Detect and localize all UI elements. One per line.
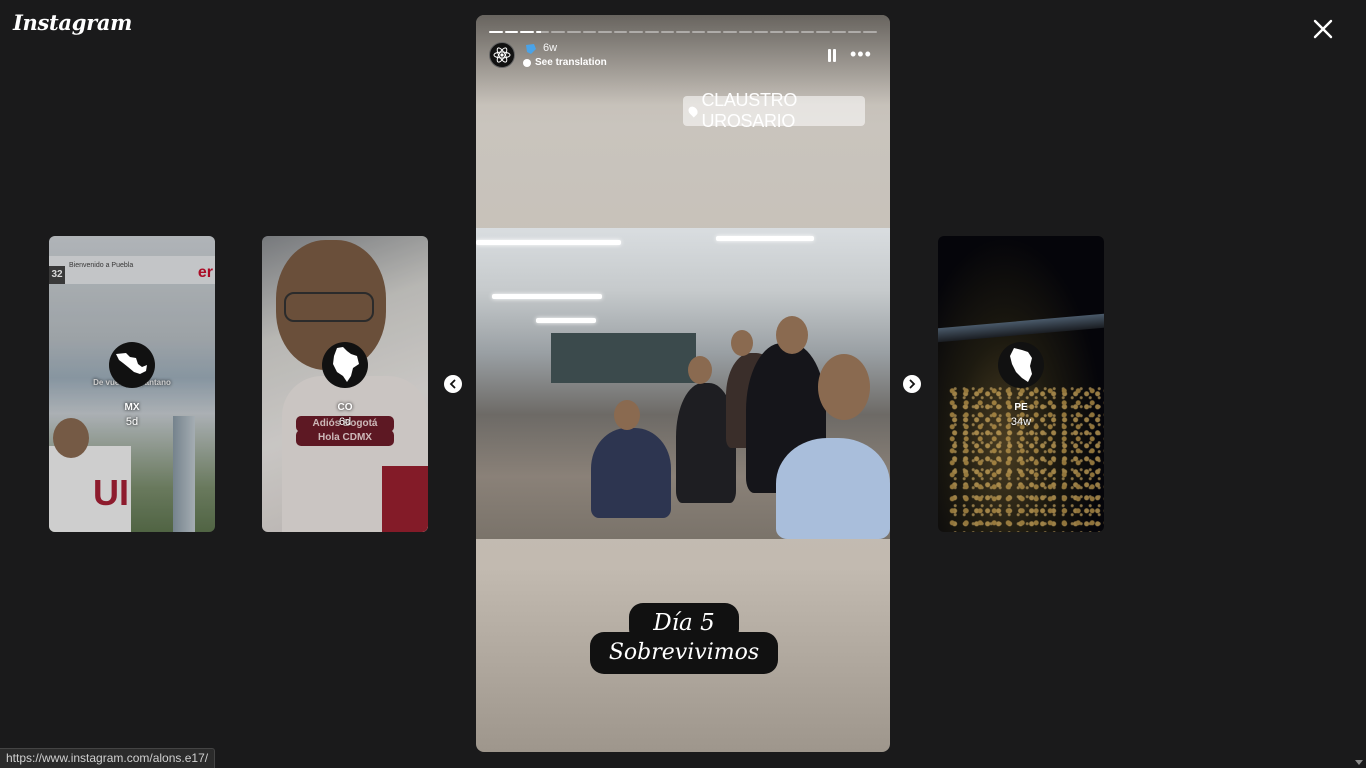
- translation-dot-icon: [523, 58, 531, 67]
- preview-name: MX: [124, 402, 140, 413]
- progress-segment: [566, 31, 581, 33]
- peru-map-icon: [998, 342, 1044, 388]
- location-pin-icon: [686, 104, 700, 118]
- ceiling-light: [716, 236, 814, 241]
- atom-avatar-icon[interactable]: [489, 42, 515, 68]
- head-shape: [688, 356, 712, 384]
- location-label: CLAUSTRO UROSARIO: [701, 90, 798, 131]
- story-preview-mx[interactable]: Bienvenido a Puebla 32 er De vuelta al p…: [49, 236, 215, 532]
- progress-segment: [738, 31, 753, 33]
- head-shape: [818, 354, 870, 420]
- progress-segment: [707, 31, 721, 33]
- person-shape: [591, 428, 671, 518]
- chevron-right-icon: [909, 379, 916, 389]
- instagram-logo[interactable]: Instagram: [13, 10, 132, 35]
- progress-segment: [676, 31, 690, 33]
- story-viewer[interactable]: 6w See translation ••• CLAUSTRO UROSARIO…: [476, 15, 890, 752]
- plane-wing-shape: [938, 313, 1104, 343]
- head-shape: [731, 330, 753, 356]
- previous-story-button[interactable]: [444, 375, 462, 393]
- head-shape: [614, 400, 640, 430]
- window-shape: [551, 333, 696, 383]
- progress-segment: [535, 31, 550, 33]
- progress-segment: [582, 31, 597, 33]
- progress-segment: [832, 31, 846, 33]
- progress-segment: [613, 31, 628, 33]
- progress-segment: [754, 31, 768, 33]
- mexico-map-icon: [109, 342, 155, 388]
- progress-segment: [722, 31, 737, 33]
- progress-segment: [691, 31, 706, 33]
- preview-time: 5d: [125, 416, 139, 428]
- preview-name: PE: [1014, 402, 1028, 413]
- ceiling-light: [536, 318, 596, 323]
- more-options-icon[interactable]: •••: [850, 45, 872, 63]
- story-caption-line-2: Sobrevivimos: [590, 632, 778, 674]
- progress-segment: [769, 31, 784, 33]
- preview-name: CO: [337, 402, 353, 413]
- progress-segment: [644, 31, 659, 33]
- chevron-left-icon: [449, 379, 456, 389]
- progress-segment: [847, 31, 862, 33]
- progress-segment: [660, 31, 675, 33]
- progress-segment: [863, 31, 877, 33]
- progress-segment: [598, 31, 612, 33]
- person-shape: [776, 438, 890, 539]
- head-shape: [776, 316, 808, 354]
- progress-segment: [489, 31, 503, 33]
- see-translation-link[interactable]: See translation: [523, 57, 607, 68]
- progress-segment: [816, 31, 831, 33]
- close-icon[interactable]: [1310, 16, 1336, 42]
- story-photo: [476, 228, 890, 539]
- location-sticker[interactable]: CLAUSTRO UROSARIO: [683, 90, 865, 131]
- scrollbar[interactable]: [1350, 0, 1366, 768]
- see-translation-label: See translation: [535, 57, 607, 68]
- story-progress-bar: [489, 31, 877, 33]
- pause-icon[interactable]: [826, 49, 838, 62]
- progress-segment: [785, 31, 799, 33]
- scroll-down-arrow-icon[interactable]: [1355, 760, 1363, 765]
- progress-segment: [800, 31, 815, 33]
- blue-sticker-icon: [525, 42, 537, 54]
- next-story-button[interactable]: [903, 375, 921, 393]
- ceiling-light: [476, 240, 621, 245]
- status-bar-url: https://www.instagram.com/alons.e17/: [0, 748, 216, 768]
- colombia-map-icon: [322, 342, 368, 388]
- progress-segment: [551, 31, 565, 33]
- progress-segment: [504, 31, 519, 33]
- progress-segment: [520, 31, 534, 33]
- preview-time: 34w: [1010, 416, 1032, 428]
- ceiling-light: [492, 294, 602, 299]
- preview-time: 6d: [338, 416, 352, 428]
- progress-segment: [629, 31, 643, 33]
- story-time: 6w: [543, 42, 558, 54]
- story-preview-pe[interactable]: PE 34w: [938, 236, 1104, 532]
- story-preview-co[interactable]: Adiós Bogotá Hola CDMX CO 6d: [262, 236, 428, 532]
